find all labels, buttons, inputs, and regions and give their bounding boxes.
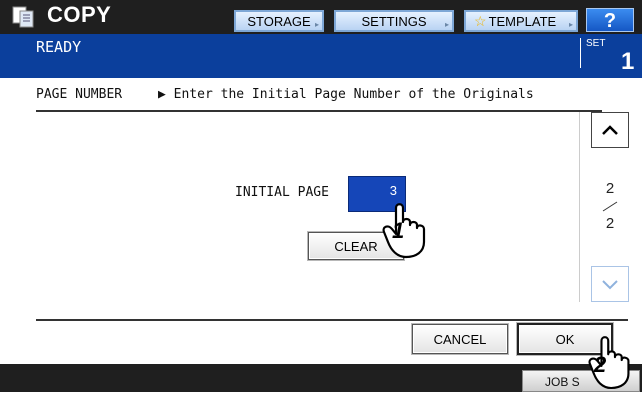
help-button[interactable]: ? [586,8,634,32]
page-indicator: 2 2 [590,180,630,232]
current-page: 2 [605,180,615,197]
copy-icon [11,6,37,28]
tab-template[interactable]: ☆ TEMPLATE ▸ [464,10,578,32]
touch-hand-icon: 2 [588,332,640,396]
set-count: 1 [621,48,635,75]
instruction-text: ▶ Enter the Initial Page Number of the O… [158,87,534,102]
tab-storage-label: STORAGE [247,13,311,29]
ok-label: OK [555,331,575,347]
clear-label: CLEAR [334,238,378,254]
corner-arrow-icon: ▸ [314,20,319,29]
corner-arrow-icon: ▸ [568,20,573,29]
cancel-label: CANCEL [433,331,487,347]
tab-storage[interactable]: STORAGE ▸ [234,10,324,32]
tab-template-label: TEMPLATE [488,13,557,29]
divider [579,112,580,302]
status-bar: READY SET 1 [0,34,642,78]
chevron-down-icon [601,275,619,294]
top-bar: COPY STORAGE ▸ SETTINGS ▸ ☆ TEMPLATE ▸ ? [0,0,642,34]
initial-page-label: INITIAL PAGE [235,185,329,200]
status-text: READY [36,38,82,56]
corner-arrow-icon: ▸ [444,20,449,29]
cancel-button[interactable]: CANCEL [412,324,508,354]
job-status-label: JOB S [545,375,580,389]
chevron-up-icon [601,121,619,140]
step-number: 2 [594,352,607,377]
tab-settings[interactable]: SETTINGS ▸ [334,10,454,32]
touch-hand-icon: 1 [382,200,436,264]
scroll-down-button[interactable] [591,266,629,302]
tab-settings-label: SETTINGS [361,13,427,29]
star-icon: ☆ [474,12,487,29]
set-label: SET [586,38,606,49]
scroll-up-button[interactable] [591,112,629,148]
divider [36,319,628,321]
divider [580,38,581,68]
divider [36,110,602,112]
app-title: COPY [47,2,112,27]
setting-name: PAGE NUMBER [36,87,123,102]
step-number: 1 [392,218,405,243]
slash-icon [600,199,620,213]
total-pages: 2 [605,215,615,232]
